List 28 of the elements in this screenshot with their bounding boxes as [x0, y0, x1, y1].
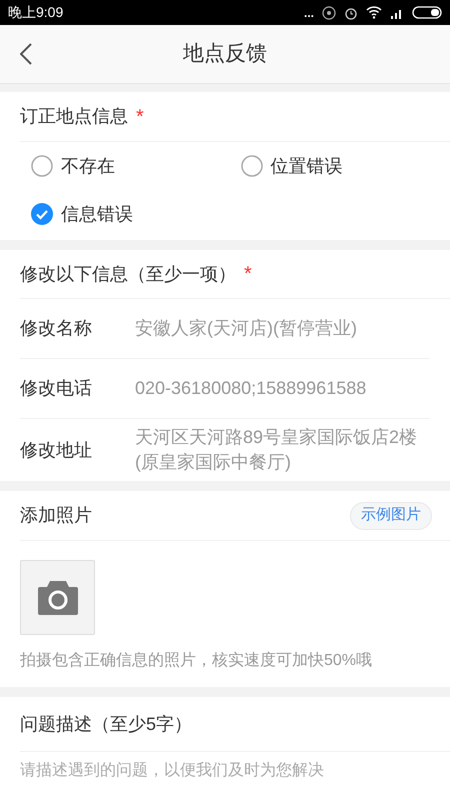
hotspot-icon [322, 6, 336, 20]
radio-option[interactable]: 不存在 [31, 142, 240, 190]
description-field[interactable]: 请描述遇到的问题，以便我们及时为您解决 [0, 752, 450, 800]
section-title: 问题描述（至少5字） [20, 712, 192, 736]
camera-icon [38, 580, 78, 614]
field-label: 修改名称 [20, 317, 93, 340]
required-mark: * [136, 104, 144, 130]
add-photo-button[interactable] [20, 560, 95, 635]
page-title: 地点反馈 [183, 41, 267, 68]
radio-option[interactable]: 信息错误 [31, 190, 240, 238]
photo-hint: 拍摄包含正确信息的照片，核实速度可加快50%哦 [20, 650, 372, 671]
field-label: 修改地址 [20, 438, 93, 462]
alarm-icon [344, 6, 358, 20]
wifi-icon [366, 6, 382, 19]
section-title: 订正地点信息 [20, 105, 128, 128]
example-image-button[interactable]: 示例图片 [350, 502, 432, 530]
more-status: ... [304, 4, 314, 22]
status-time: 晚上9:09 [8, 3, 64, 22]
input-field[interactable]: 安徽人家(天河店)(暂停营业) [135, 316, 430, 341]
battery-icon [412, 6, 442, 19]
back-icon [20, 43, 32, 65]
field-label: 修改电话 [20, 377, 93, 400]
input-field[interactable]: 天河区天河路89号皇家国际饭店2楼(原皇家国际中餐厅) [135, 425, 430, 475]
section-title: 修改以下信息（至少一项） [20, 262, 236, 286]
input-field[interactable]: 020-36180080;15889961588 [135, 376, 430, 401]
section-title: 添加照片 [20, 504, 92, 527]
radio-option[interactable]: 位置错误 [240, 142, 450, 190]
required-mark: * [244, 262, 252, 287]
